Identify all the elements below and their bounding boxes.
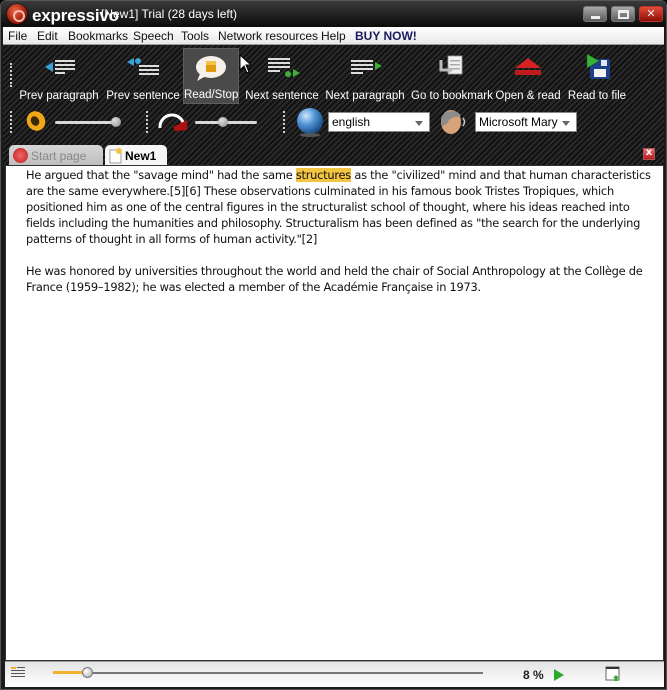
progress-percent: 8 % — [523, 668, 544, 682]
language-select[interactable]: english — [328, 112, 430, 132]
go-to-bookmark-label: Go to bookmark — [411, 90, 493, 102]
next-paragraph-icon — [351, 60, 382, 74]
open-and-read-label: Open & read — [495, 90, 561, 102]
minimize-button[interactable] — [583, 6, 607, 22]
expressivo-logo-icon[interactable] — [7, 4, 27, 24]
menu-bookmarks[interactable]: Bookmarks — [68, 29, 128, 43]
volume-slider[interactable] — [55, 121, 119, 124]
speaker-icon — [26, 111, 46, 131]
voice-select[interactable]: Microsoft Mary — [475, 112, 577, 132]
next-sentence-icon — [268, 58, 300, 77]
next-sentence-label: Next sentence — [245, 90, 319, 102]
reading-progress-knob[interactable] — [82, 667, 94, 678]
minimize-icon — [591, 16, 600, 19]
next-paragraph-label: Next paragraph — [325, 90, 405, 102]
status-bar: 8 % — [5, 661, 664, 687]
volume-slider-knob[interactable] — [110, 117, 121, 127]
save-file-icon — [586, 54, 610, 79]
open-and-read-button[interactable]: Open & read — [495, 48, 561, 104]
expressivo-logo-icon — [13, 148, 28, 163]
paragraph-1: He argued that the "savage mind" had the… — [26, 167, 658, 247]
toolbar: Prev paragraph Prev sentence Read/Stop N… — [3, 45, 664, 141]
toolbar-grip[interactable] — [283, 111, 285, 133]
read-to-file-label: Read to file — [567, 90, 627, 102]
text-lines-icon[interactable] — [11, 667, 25, 679]
prev-sentence-button[interactable]: Prev sentence — [104, 48, 182, 104]
tab-new1-label: New1 — [125, 149, 157, 163]
tab-new1[interactable]: New1 — [105, 145, 167, 166]
maximize-button[interactable] — [611, 6, 635, 22]
prev-sentence-icon — [127, 58, 159, 75]
menu-tools[interactable]: Tools — [181, 29, 209, 43]
paragraph-text: He argued that the "savage mind" had the… — [26, 168, 296, 182]
menu-network-resources[interactable]: Network resources — [218, 29, 318, 43]
prev-paragraph-button[interactable]: Prev paragraph — [19, 48, 99, 104]
menu-file[interactable]: File — [8, 29, 27, 43]
close-icon: ✕ — [646, 7, 656, 20]
title-bar: expressivo [New1] Trial (28 days left) ✕ — [1, 1, 666, 27]
menu-speech[interactable]: Speech — [133, 29, 174, 43]
read-stop-label: Read/Stop — [184, 89, 239, 101]
toolbar-grip[interactable] — [146, 111, 148, 133]
next-sentence-button[interactable]: Next sentence — [245, 48, 319, 104]
next-paragraph-button[interactable]: Next paragraph — [325, 48, 405, 104]
window-title: [New1] Trial (28 days left) — [101, 7, 238, 21]
prev-sentence-label: Prev sentence — [106, 90, 180, 102]
toolbar-grip[interactable] — [10, 63, 12, 87]
read-to-file-button[interactable]: Read to file — [565, 48, 629, 104]
voice-select-value: Microsoft Mary — [479, 115, 558, 129]
go-to-bookmark-button[interactable]: Go to bookmark — [411, 48, 493, 104]
speed-slider-knob[interactable] — [217, 117, 228, 127]
menu-edit[interactable]: Edit — [37, 29, 58, 43]
menu-buy-now[interactable]: BUY NOW! — [355, 29, 417, 43]
eject-icon — [515, 58, 541, 75]
language-select-value: english — [332, 115, 371, 129]
paragraph-2: He was honored by universities throughou… — [26, 264, 643, 294]
bookmark-icon — [439, 55, 463, 75]
new-window-icon[interactable] — [605, 666, 621, 682]
app-window: expressivo [New1] Trial (28 days left) ✕… — [0, 0, 667, 690]
menu-help[interactable]: Help — [321, 29, 346, 43]
document-icon — [109, 148, 122, 164]
speedometer-icon — [158, 113, 187, 131]
reading-progress-track[interactable] — [53, 672, 483, 674]
play-icon[interactable] — [554, 669, 564, 681]
maximize-icon — [618, 10, 629, 19]
toolbar-grip[interactable] — [10, 111, 12, 133]
menu-bar: File Edit Bookmarks Speech Tools Network… — [3, 27, 664, 45]
chevron-down-icon — [415, 121, 423, 126]
close-icon: x — [645, 147, 653, 158]
chevron-down-icon — [562, 121, 570, 126]
globe-icon — [297, 108, 323, 137]
current-word-highlight: structures — [295, 168, 351, 182]
tab-strip: Start page New1 x — [3, 141, 664, 166]
prev-paragraph-icon — [45, 60, 75, 74]
tab-start-page[interactable]: Start page — [9, 145, 103, 166]
document-area[interactable]: He argued that the "savage mind" had the… — [5, 165, 664, 661]
tab-start-page-label: Start page — [31, 149, 87, 163]
speech-bubble-icon — [196, 56, 226, 81]
read-stop-button[interactable]: Read/Stop — [183, 48, 239, 104]
prev-paragraph-label: Prev paragraph — [19, 90, 99, 102]
close-button[interactable]: ✕ — [639, 6, 663, 22]
speaking-head-icon — [441, 110, 466, 134]
close-tab-button[interactable]: x — [643, 147, 655, 160]
